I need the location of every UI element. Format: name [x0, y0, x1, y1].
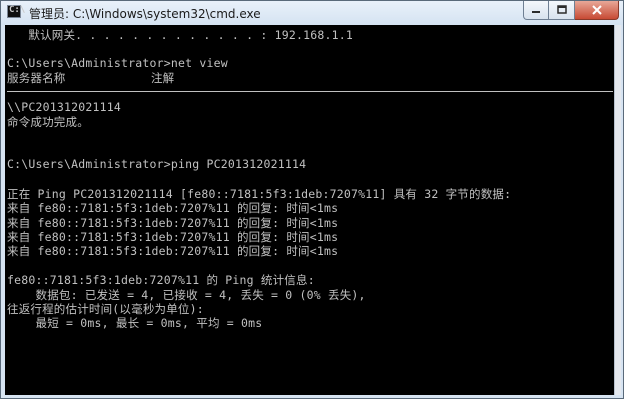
separator-line [7, 90, 613, 92]
console-line: 来自 fe80::7181:5f3:1deb:7207%11 的回复: 时间<1… [7, 244, 339, 259]
console-line: 默认网关. . . . . . . . . . . . . : 192.168.… [7, 28, 353, 42]
cmd-window-icon[interactable]: C:\ [7, 5, 25, 18]
console-line: 往返行程的估计时间(以毫秒为单位): [7, 302, 204, 317]
console-line: 来自 fe80::7181:5f3:1deb:7207%11 的回复: 时间<1… [7, 215, 339, 230]
maximize-icon [556, 5, 567, 14]
console-line: C:\Users\Administrator>ping PC2013120211… [7, 157, 307, 172]
console-line: 数据包: 已发送 = 4, 已接收 = 4, 丢失 = 0 (0% 丢失), [7, 287, 366, 302]
console-line: 最短 = 0ms, 最长 = 0ms, 平均 = 0ms [7, 316, 263, 331]
vertical-scrollbar[interactable] [614, 25, 621, 395]
console-line: 正在 Ping PC201312021114 [fe80::7181:5f3:1… [7, 186, 512, 201]
caption-buttons [523, 1, 619, 20]
console-line: 命令成功完成。 [7, 114, 89, 129]
close-button[interactable] [575, 1, 619, 20]
console-line: fe80::7181:5f3:1deb:7207%11 的 Ping 统计信息: [7, 273, 315, 288]
maximize-button[interactable] [549, 1, 575, 20]
console-line: 来自 fe80::7181:5f3:1deb:7207%11 的回复: 时间<1… [7, 230, 339, 245]
console-line: 服务器名称 注解 [7, 71, 175, 86]
console-line: 来自 fe80::7181:5f3:1deb:7207%11 的回复: 时间<1… [7, 201, 339, 216]
console-line: \\PC201312021114 [7, 99, 121, 114]
title-bar[interactable]: C:\ 管理员: C:\Windows\system32\cmd.exe [1, 1, 623, 25]
cmd-window: C:\ 管理员: C:\Windows\system32\cmd.exe 默认网… [0, 0, 624, 399]
console-output[interactable]: 默认网关. . . . . . . . . . . . . : 192.168.… [5, 25, 614, 395]
minimize-icon [532, 11, 540, 13]
minimize-button[interactable] [523, 1, 549, 20]
window-title: 管理员: C:\Windows\system32\cmd.exe [29, 7, 261, 21]
console-line: C:\Users\Administrator>net view [7, 55, 228, 70]
close-icon [591, 5, 602, 15]
